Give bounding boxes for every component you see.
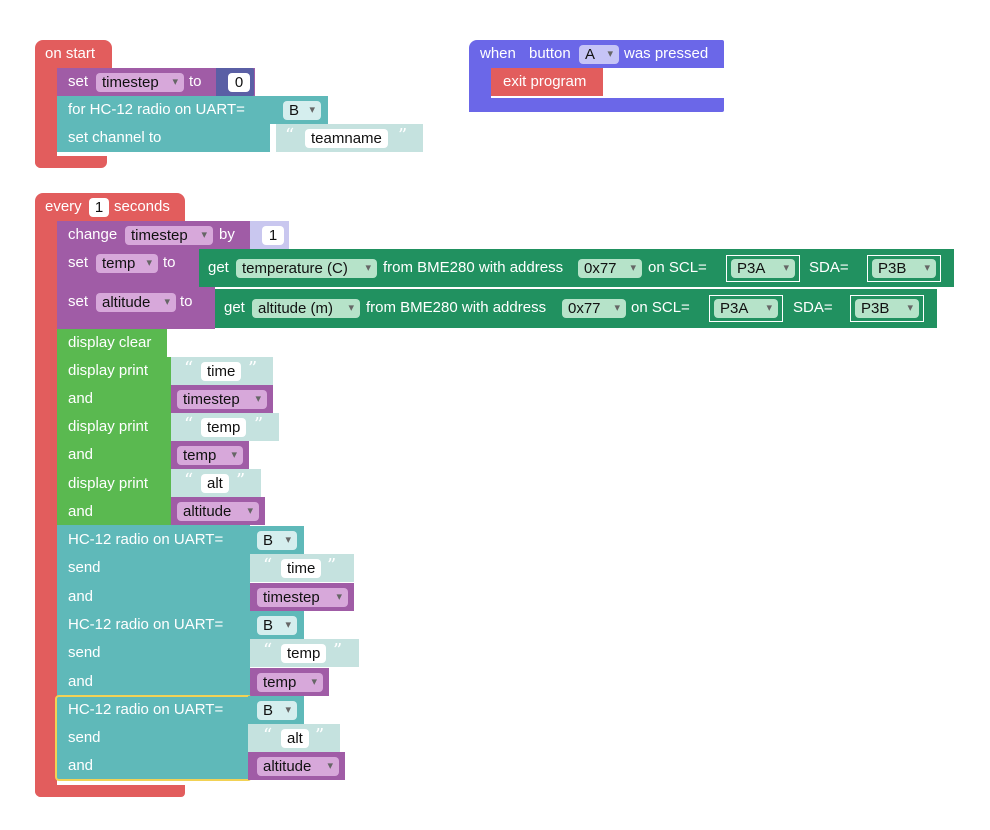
to-label: to <box>163 254 176 271</box>
set-label: set <box>68 254 89 271</box>
teamname-string[interactable]: teamname <box>305 129 388 148</box>
alt-string[interactable]: alt <box>281 729 309 748</box>
on-start-label: on start <box>45 45 96 62</box>
timestep-var-dropdown[interactable]: timestep <box>257 588 348 607</box>
open-quote-icon: “ <box>184 414 194 435</box>
every-foot <box>35 785 185 797</box>
open-quote-icon: “ <box>263 725 273 746</box>
close-quote-icon: ” <box>315 725 325 746</box>
uart-dropdown[interactable]: B <box>257 616 297 635</box>
temp-string[interactable]: temp <box>201 418 247 437</box>
close-quote-icon: ” <box>236 470 246 491</box>
and-label: and <box>68 673 94 690</box>
sda-dropdown[interactable]: P3B <box>872 259 936 278</box>
from-bme280-label: from BME280 with address <box>383 259 564 276</box>
change-label: change <box>68 226 118 243</box>
exit-program-label: exit program <box>503 73 587 90</box>
open-quote-icon: “ <box>184 358 194 379</box>
to-label: to <box>180 293 193 310</box>
every-left-bar <box>35 219 57 797</box>
close-quote-icon: ” <box>333 640 343 661</box>
to-label: to <box>189 73 202 90</box>
by-label: by <box>219 226 235 243</box>
timestep-var-dropdown[interactable]: timestep <box>177 390 267 409</box>
was-pressed-label: was pressed <box>624 45 709 62</box>
timestep-initial-value[interactable]: 0 <box>228 73 250 92</box>
radio-uart-label: HC-12 radio on UART= <box>68 701 224 718</box>
set-label: set <box>68 73 89 90</box>
open-quote-icon: “ <box>285 125 295 146</box>
set-label: set <box>68 293 89 310</box>
send-label: send <box>68 644 101 661</box>
sda-label: SDA= <box>793 299 833 316</box>
and-label: and <box>68 588 94 605</box>
close-quote-icon: ” <box>254 414 264 435</box>
and-label: and <box>68 390 94 407</box>
sda-dropdown[interactable]: P3B <box>855 299 919 318</box>
temperature-reading-dropdown[interactable]: temperature (C) <box>236 259 377 278</box>
radio-uart-label: HC-12 radio on UART= <box>68 616 224 633</box>
close-quote-icon: ” <box>327 555 337 576</box>
temp-var-dropdown[interactable]: temp <box>177 446 243 465</box>
uart-dropdown[interactable]: B <box>257 701 297 720</box>
button-label: button <box>529 45 571 62</box>
and-label: and <box>68 757 94 774</box>
alt-string[interactable]: alt <box>201 474 229 493</box>
change-by-value[interactable]: 1 <box>262 226 284 245</box>
open-quote-icon: “ <box>263 555 273 576</box>
temp-var-dropdown[interactable]: temp <box>257 673 323 692</box>
close-quote-icon: ” <box>248 358 258 379</box>
altitude-var-dropdown[interactable]: altitude <box>257 757 339 776</box>
on-start-left-bar <box>35 66 57 168</box>
button-dropdown[interactable]: A <box>579 45 619 64</box>
scl-label: on SCL= <box>631 299 690 316</box>
send-label: send <box>68 729 101 746</box>
set-channel-label: set channel to <box>68 129 162 146</box>
button-event-foot <box>469 98 724 112</box>
open-quote-icon: “ <box>263 640 273 661</box>
time-string[interactable]: time <box>201 362 242 381</box>
temp-string[interactable]: temp <box>281 644 327 663</box>
address-dropdown[interactable]: 0x77 <box>562 299 626 318</box>
radio-uart-label: HC-12 radio on UART= <box>68 531 224 548</box>
and-label: and <box>68 503 94 520</box>
display-print-label: display print <box>68 362 149 379</box>
uart-dropdown[interactable]: B <box>283 101 321 120</box>
time-string[interactable]: time <box>281 559 322 578</box>
close-quote-icon: ” <box>398 125 408 146</box>
get-label: get <box>208 259 229 276</box>
and-label: and <box>68 446 94 463</box>
on-start-foot <box>35 156 107 168</box>
temp-var-dropdown[interactable]: temp <box>96 254 158 273</box>
scl-dropdown[interactable]: P3A <box>714 299 778 318</box>
scl-dropdown[interactable]: P3A <box>731 259 795 278</box>
send-label: send <box>68 559 101 576</box>
seconds-label: seconds <box>114 198 170 215</box>
address-dropdown[interactable]: 0x77 <box>578 259 642 278</box>
every-label: every <box>45 198 82 215</box>
uart-dropdown[interactable]: B <box>257 531 297 550</box>
open-quote-icon: “ <box>184 470 194 491</box>
from-bme280-label: from BME280 with address <box>366 299 547 316</box>
get-label: get <box>224 299 245 316</box>
interval-value[interactable]: 1 <box>89 198 109 217</box>
display-clear-label: display clear <box>68 334 152 351</box>
display-print-label: display print <box>68 475 149 492</box>
timestep-var-dropdown[interactable]: timestep <box>96 73 184 92</box>
altitude-var-dropdown[interactable]: altitude <box>177 502 259 521</box>
altitude-reading-dropdown[interactable]: altitude (m) <box>252 299 360 318</box>
change-var-dropdown[interactable]: timestep <box>125 226 213 245</box>
altitude-var-dropdown[interactable]: altitude <box>96 293 176 312</box>
display-print-label: display print <box>68 418 149 435</box>
scl-label: on SCL= <box>648 259 707 276</box>
when-label: when <box>480 45 516 62</box>
radio-uart-label: for HC-12 radio on UART= <box>68 101 245 118</box>
sda-label: SDA= <box>809 259 849 276</box>
